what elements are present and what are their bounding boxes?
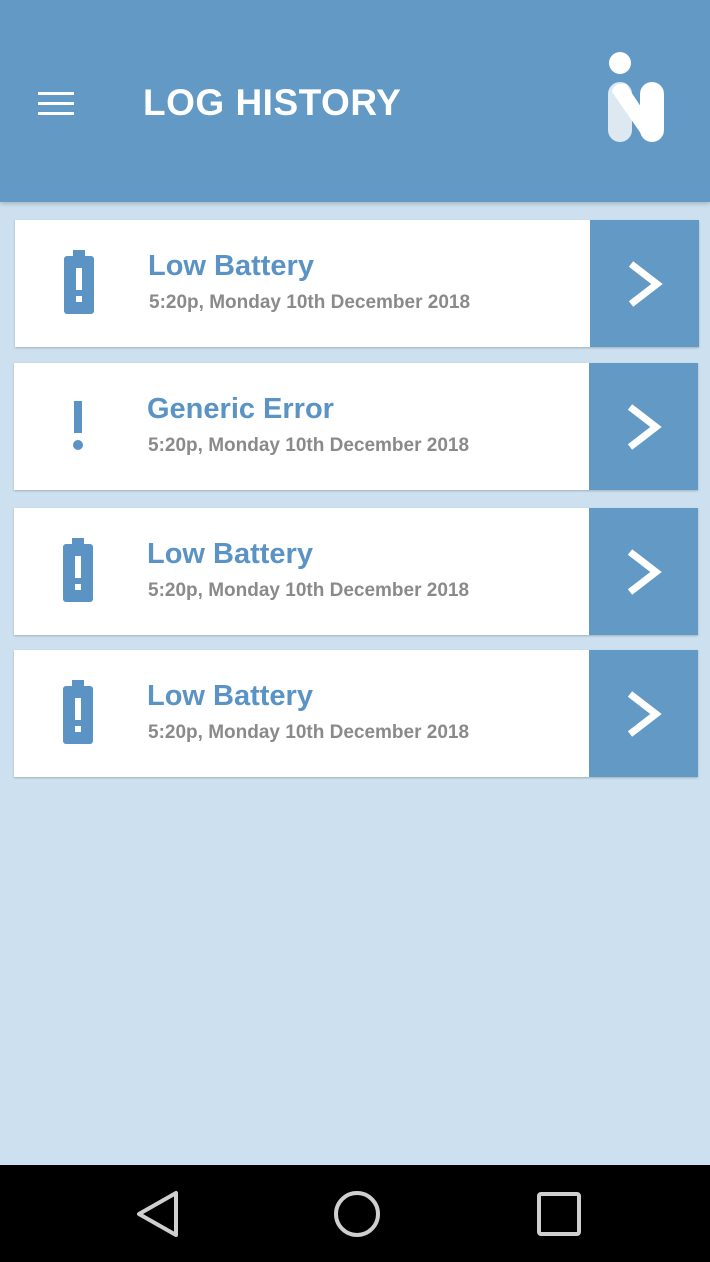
list-item[interactable]: Low Battery 5:20p, Monday 10th December … (15, 220, 699, 347)
chevron-right-icon (627, 403, 662, 450)
back-triangle-icon[interactable] (133, 1189, 183, 1239)
battery-alert-icon (63, 680, 93, 744)
log-timestamp: 5:20p, Monday 10th December 2018 (149, 292, 471, 313)
home-circle-icon[interactable] (332, 1189, 382, 1239)
log-timestamp: 5:20p, Monday 10th December 2018 (148, 435, 470, 456)
brand-logo-icon (608, 52, 664, 142)
system-nav-bar (0, 1165, 710, 1262)
list-item[interactable]: Generic Error 5:20p, Monday 10th Decembe… (14, 363, 698, 490)
open-log-button[interactable] (589, 508, 698, 635)
list-item[interactable]: Low Battery 5:20p, Monday 10th December … (14, 508, 698, 635)
log-timestamp: 5:20p, Monday 10th December 2018 (148, 580, 470, 601)
battery-alert-icon (63, 538, 93, 602)
exclamation-icon (73, 401, 83, 450)
recents-square-icon[interactable] (534, 1189, 584, 1239)
chevron-right-icon (627, 690, 662, 737)
log-timestamp: 5:20p, Monday 10th December 2018 (148, 722, 470, 743)
app-bar: LOG HISTORY (0, 0, 710, 202)
page-title: LOG HISTORY (143, 82, 402, 123)
chevron-right-icon (628, 260, 663, 307)
chevron-right-icon (627, 548, 662, 595)
log-title: Low Battery (147, 680, 313, 712)
log-title: Low Battery (147, 538, 313, 570)
battery-alert-icon (64, 250, 94, 314)
log-title: Low Battery (148, 250, 314, 282)
open-log-button[interactable] (590, 220, 699, 347)
list-item[interactable]: Low Battery 5:20p, Monday 10th December … (14, 650, 698, 777)
log-title: Generic Error (147, 393, 334, 425)
open-log-button[interactable] (589, 363, 698, 490)
open-log-button[interactable] (589, 650, 698, 777)
hamburger-menu-icon[interactable] (38, 92, 74, 116)
